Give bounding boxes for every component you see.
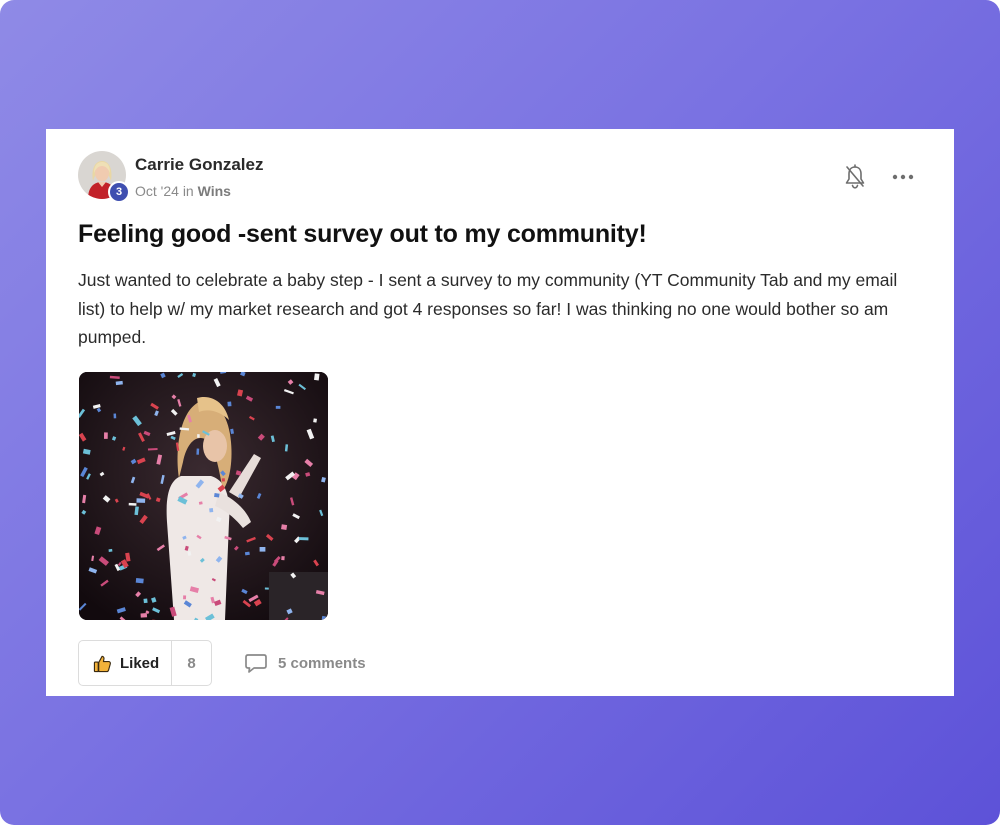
celebration-gif (79, 372, 328, 620)
like-button[interactable]: Liked (79, 641, 173, 685)
meta-in-word: in (182, 183, 194, 199)
author-name[interactable]: Carrie Gonzalez (135, 155, 264, 175)
confetti-piece (103, 432, 108, 439)
confetti-piece (209, 508, 214, 513)
post-date: Oct '24 (135, 183, 179, 199)
confetti-piece (221, 478, 225, 482)
confetti-piece (196, 448, 200, 455)
comments-button[interactable]: 5 comments (244, 652, 366, 674)
confetti-piece (314, 373, 320, 381)
confetti-piece (281, 556, 285, 561)
post-image[interactable] (79, 372, 328, 620)
confetti-piece (135, 578, 144, 584)
post-card: 3 Carrie Gonzalez Oct '24 in Wins Feelin… (46, 129, 954, 696)
confetti-piece (143, 598, 148, 604)
post-title[interactable]: Feeling good -sent survey out to my comm… (78, 220, 647, 249)
confetti-piece (264, 587, 269, 590)
comments-label: 5 comments (278, 654, 366, 672)
confetti-piece (108, 548, 113, 552)
confetti-piece (259, 547, 266, 552)
confetti-piece (197, 434, 200, 438)
confetti-piece (298, 537, 309, 541)
thumbs-up-icon (93, 655, 111, 672)
confetti-piece (313, 418, 317, 423)
like-count[interactable]: 8 (172, 641, 211, 685)
avatar[interactable]: 3 (78, 151, 130, 203)
confetti-piece (113, 413, 117, 419)
confetti-piece (275, 405, 281, 409)
page-background: 3 Carrie Gonzalez Oct '24 in Wins Feelin… (0, 0, 1000, 825)
confetti-piece (115, 380, 123, 386)
bell-off-icon[interactable] (843, 164, 867, 190)
confetti-piece (321, 615, 326, 620)
confetti-piece (214, 493, 220, 498)
category-link[interactable]: Wins (198, 183, 231, 199)
level-badge: 3 (108, 181, 130, 203)
post-meta: Oct '24 in Wins (135, 183, 231, 199)
confetti-piece (244, 551, 250, 556)
comment-icon (245, 654, 267, 673)
post-body: Just wanted to celebrate a baby step - I… (78, 270, 898, 347)
confetti-piece (128, 502, 137, 506)
confetti-piece (140, 613, 148, 618)
confetti-piece (183, 595, 187, 600)
confetti-piece (281, 524, 288, 530)
confetti-piece (227, 401, 232, 407)
like-label: Liked (120, 654, 160, 672)
confetti-piece (136, 498, 146, 503)
more-horizontal-icon[interactable] (891, 167, 915, 187)
like-control: Liked 8 (78, 640, 212, 686)
